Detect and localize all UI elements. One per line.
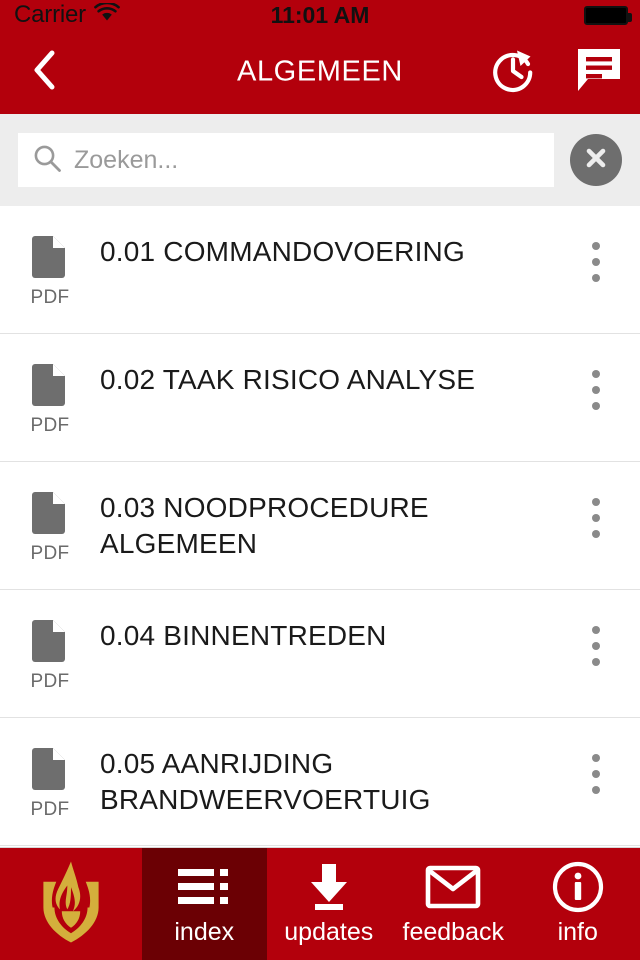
tab-updates[interactable]: updates bbox=[267, 848, 392, 960]
list-index-icon bbox=[176, 862, 232, 912]
nav-bar: ALGEMEEN bbox=[0, 30, 640, 114]
tab-index[interactable]: index bbox=[142, 848, 267, 960]
file-type-label: PDF bbox=[30, 543, 70, 564]
tab-index-label: index bbox=[174, 917, 235, 946]
file-icon-column: PDF bbox=[0, 488, 100, 565]
list-item[interactable]: PDF 0.03 NOODPROCEDURE ALGEMEEN bbox=[0, 462, 640, 590]
list-item-title: 0.03 NOODPROCEDURE ALGEMEEN bbox=[100, 492, 429, 559]
history-refresh-button[interactable] bbox=[488, 47, 538, 97]
pdf-file-icon bbox=[32, 234, 68, 280]
search-field[interactable] bbox=[18, 133, 554, 187]
list-item[interactable]: PDF 0.01 COMMANDOVOERING bbox=[0, 206, 640, 334]
tab-feedback-label: feedback bbox=[402, 917, 504, 946]
more-vertical-icon[interactable] bbox=[576, 498, 616, 538]
file-icon-column: PDF bbox=[0, 744, 100, 821]
more-vertical-icon[interactable] bbox=[576, 370, 616, 410]
list-item[interactable]: PDF 0.04 BINNENTREDEN bbox=[0, 590, 640, 718]
file-icon-column: PDF bbox=[0, 232, 100, 309]
search-bar bbox=[0, 114, 640, 206]
file-icon-column: PDF bbox=[0, 616, 100, 693]
search-icon bbox=[32, 143, 62, 178]
download-icon bbox=[303, 862, 355, 912]
file-type-label: PDF bbox=[30, 415, 70, 436]
brandweer-flame-logo bbox=[25, 856, 117, 953]
close-circle-icon bbox=[582, 144, 610, 177]
list-item-title: 0.02 TAAK RISICO ANALYSE bbox=[100, 364, 476, 395]
more-vertical-icon[interactable] bbox=[576, 242, 616, 282]
file-type-label: PDF bbox=[30, 287, 70, 308]
tab-feedback[interactable]: feedback bbox=[391, 848, 516, 960]
tab-info-label: info bbox=[557, 917, 598, 946]
more-vertical-icon[interactable] bbox=[576, 754, 616, 794]
pdf-file-icon bbox=[32, 490, 68, 536]
list-item[interactable]: PDF 0.02 TAAK RISICO ANALYSE bbox=[0, 334, 640, 462]
nav-actions bbox=[488, 47, 624, 97]
tab-info[interactable]: info bbox=[516, 848, 640, 960]
file-type-label: PDF bbox=[30, 799, 70, 820]
history-refresh-icon bbox=[487, 44, 539, 101]
file-type-label: PDF bbox=[30, 671, 70, 692]
status-bar-right bbox=[584, 5, 632, 25]
file-icon-column: PDF bbox=[0, 360, 100, 437]
document-list[interactable]: PDF 0.01 COMMANDOVOERING PDF 0.02 TAAK RISI… bbox=[0, 206, 640, 847]
list-item[interactable]: PDF 0.05 AANRIJDING BRANDWEERVOERTUIG bbox=[0, 718, 640, 846]
list-item-title: 0.04 BINNENTREDEN bbox=[100, 620, 387, 651]
battery-full-icon bbox=[584, 5, 632, 25]
comments-icon bbox=[574, 45, 624, 100]
tab-bar: index updates feedback info bbox=[0, 847, 640, 960]
pdf-file-icon bbox=[32, 618, 68, 664]
status-bar-time: 11:01 AM bbox=[270, 1, 370, 28]
pdf-file-icon bbox=[32, 362, 68, 408]
envelope-icon bbox=[425, 862, 481, 912]
search-clear-button[interactable] bbox=[570, 134, 622, 186]
search-input[interactable] bbox=[74, 145, 540, 175]
status-bar: Carrier 11:01 AM bbox=[0, 0, 640, 30]
pdf-file-icon bbox=[32, 746, 68, 792]
brandweer-logo-button[interactable] bbox=[0, 848, 142, 960]
comments-button[interactable] bbox=[574, 47, 624, 97]
more-vertical-icon[interactable] bbox=[576, 626, 616, 666]
info-circle-icon bbox=[552, 861, 604, 912]
list-item-title: 0.01 COMMANDOVOERING bbox=[100, 236, 465, 267]
list-item-title: 0.05 AANRIJDING BRANDWEERVOERTUIG bbox=[100, 748, 431, 815]
app-root: Carrier 11:01 AM ALGEMEEN Zoeken... PDF … bbox=[0, 0, 640, 960]
tab-updates-label: updates bbox=[284, 917, 374, 946]
